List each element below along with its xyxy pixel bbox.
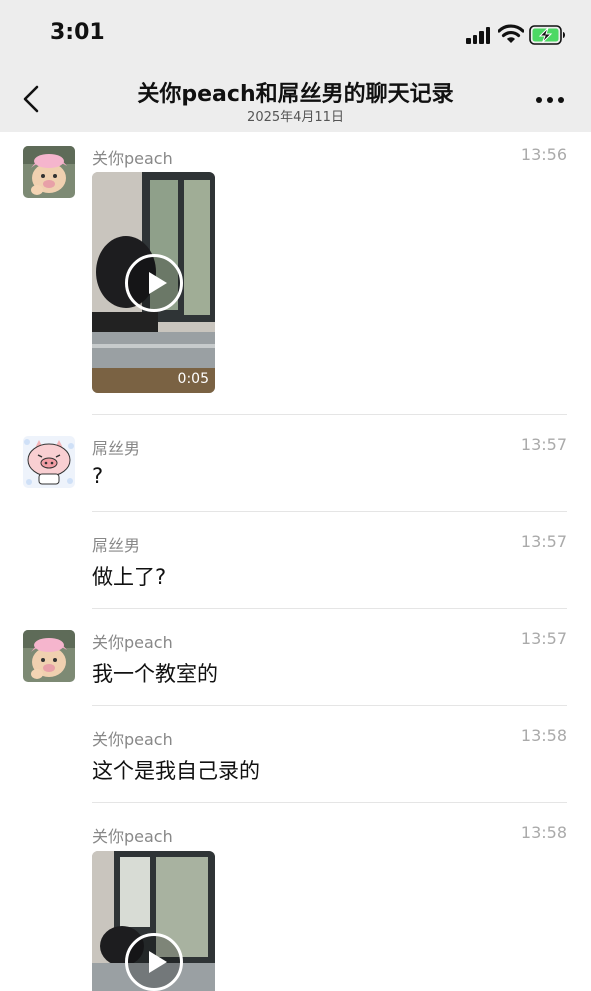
- chat-record-screen: 3:01 关你peach和屌丝男的聊天记录 2025年4月11日 关你peach…: [0, 0, 591, 991]
- divider: [92, 608, 567, 609]
- play-icon: [125, 254, 183, 312]
- message-text: 这个是我自己录的: [92, 759, 260, 783]
- message-sender: 屌丝男: [92, 439, 141, 458]
- divider: [92, 511, 567, 512]
- message-sender: 关你peach: [92, 633, 173, 652]
- pig-cartoon-avatar: [23, 436, 75, 488]
- status-time: 3:01: [50, 20, 105, 45]
- video-thumbnail[interactable]: [92, 851, 215, 991]
- cellular-signal-icon: [466, 26, 494, 44]
- message-time: 13:56: [520, 145, 567, 164]
- message-sender: 关你peach: [92, 730, 173, 749]
- chat-message: 关你peach 13:58 这个是我自己录的: [0, 713, 591, 803]
- message-text: ?: [92, 464, 104, 488]
- message-text: 我一个教室的: [92, 662, 218, 686]
- message-sender: 屌丝男: [92, 536, 141, 555]
- chat-message: 屌丝男 13:57 ?: [0, 422, 591, 512]
- wifi-icon: [498, 24, 524, 43]
- play-icon: [125, 933, 183, 991]
- message-sender: 关你peach: [92, 827, 173, 846]
- divider: [92, 414, 567, 415]
- video-thumbnail[interactable]: 0:05: [92, 172, 215, 393]
- message-time: 13:57: [520, 629, 567, 648]
- more-dots-icon[interactable]: [536, 94, 566, 106]
- page-subtitle: 2025年4月11日: [247, 110, 344, 125]
- divider: [92, 705, 567, 706]
- message-time: 13:58: [520, 823, 567, 842]
- page-title: 关你peach和屌丝男的聊天记录: [137, 82, 454, 107]
- chat-message: 关你peach 13:57 我一个教室的: [0, 616, 591, 706]
- pink-cartoon-avatar: [23, 630, 75, 682]
- top-bar: 3:01 关你peach和屌丝男的聊天记录 2025年4月11日: [0, 0, 591, 132]
- battery-charging-icon: [529, 25, 565, 45]
- chat-message: 关你peach 13:56 0:05: [0, 132, 591, 415]
- pink-cartoon-avatar: [23, 146, 75, 198]
- message-sender: 关你peach: [92, 149, 173, 168]
- message-text: 做上了?: [92, 565, 167, 589]
- message-time: 13:58: [520, 726, 567, 745]
- chat-message: 关你peach 13:58: [0, 810, 591, 991]
- divider: [92, 802, 567, 803]
- video-duration: 0:05: [177, 371, 209, 387]
- message-time: 13:57: [520, 532, 567, 551]
- message-time: 13:57: [520, 435, 567, 454]
- chat-message: 屌丝男 13:57 做上了?: [0, 519, 591, 609]
